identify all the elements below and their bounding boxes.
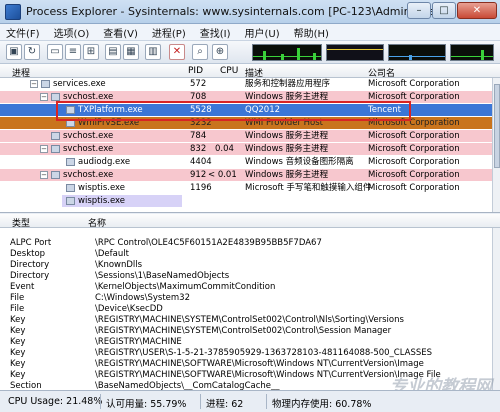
network-graph[interactable] — [450, 44, 494, 61]
title-bar: Process Explorer - Sysinternals: www.sys… — [0, 0, 500, 24]
status-processes: 进程: 62 — [206, 399, 244, 410]
crosshair-icon[interactable]: ⊕ — [212, 44, 228, 60]
process-row[interactable]: wisptis.exe — [62, 195, 182, 207]
process-row[interactable]: audiodg.exe 4404 Windows 音频设备图形隔离 Micros… — [0, 156, 492, 168]
col-name[interactable]: 名称 — [88, 216, 106, 229]
window-icon[interactable]: ▭ — [47, 44, 63, 60]
collapse-icon[interactable]: − — [40, 171, 48, 179]
process-row[interactable]: − services.exe 572 服务和控制器应用程序 Microsoft … — [0, 78, 492, 90]
handle-row[interactable]: Event \KernelObjects\MaximumCommitConditi… — [0, 282, 492, 293]
process-scrollbar[interactable] — [492, 78, 500, 212]
process-row[interactable]: − svchost.exe 708 Windows 服务主进程 Microsof… — [0, 91, 492, 103]
status-cpu: CPU Usage: 21.48% — [8, 396, 103, 407]
tree-icon[interactable]: ⊞ — [83, 44, 99, 60]
col-cpu[interactable]: CPU — [220, 66, 238, 76]
handle-column-header: 类型 名称 — [0, 214, 500, 229]
handle-row[interactable]: Key \REGISTRY\MACHINE\SYSTEM\ControlSet00… — [0, 315, 492, 326]
menu-options[interactable]: 选项(O) — [54, 25, 90, 40]
status-commit: 认可用量: 55.79% — [106, 399, 187, 410]
menu-bar: 文件(F) 选项(O) 查看(V) 进程(P) 查找(I) 用户(U) 帮助(H… — [0, 24, 500, 41]
menu-help[interactable]: 帮助(H) — [294, 25, 329, 40]
process-icon — [66, 106, 75, 114]
menu-view[interactable]: 查看(V) — [103, 25, 138, 40]
process-row[interactable]: wisptis.exe 1196 Microsoft 手写笔和触摸输入组件 Mi… — [0, 182, 492, 194]
process-icon — [66, 197, 75, 205]
window-title: Process Explorer - Sysinternals: www.sys… — [26, 5, 455, 18]
process-column-header: 进程 PID CPU 描述 公司名 — [0, 64, 500, 79]
close-button[interactable]: ✕ — [457, 2, 497, 19]
process-list-pane: 进程 PID CPU 描述 公司名 − services.exe 572 服务和… — [0, 64, 500, 213]
col-pid[interactable]: PID — [188, 66, 203, 76]
handle-row[interactable]: Key \REGISTRY\MACHINE — [0, 337, 492, 348]
refresh-icon[interactable]: ↻ — [24, 44, 40, 60]
handle-row[interactable]: Directory \KnownDlls — [0, 260, 492, 271]
process-icon — [51, 171, 60, 179]
handle-row[interactable]: File \Device\KsecDD — [0, 304, 492, 315]
handle-row[interactable]: Directory \Sessions\1\BaseNamedObjects — [0, 271, 492, 282]
menu-find[interactable]: 查找(I) — [200, 25, 231, 40]
menu-process[interactable]: 进程(P) — [152, 25, 186, 40]
process-icon — [66, 158, 75, 166]
process-icon — [41, 80, 50, 88]
process-row[interactable]: svchost.exe 784 Windows 服务主进程 Microsoft … — [0, 130, 492, 142]
handle-scrollbar[interactable] — [492, 228, 500, 390]
handle-row[interactable]: Key \REGISTRY\USER\S-1-5-21-3785905929-13… — [0, 348, 492, 359]
cpu-graph[interactable] — [252, 44, 322, 61]
collapse-icon[interactable]: − — [30, 80, 38, 88]
properties-icon[interactable]: ▤ — [105, 44, 121, 60]
menu-users[interactable]: 用户(U) — [245, 25, 280, 40]
process-icon — [51, 93, 60, 101]
save-icon[interactable]: ▣ — [6, 44, 22, 60]
handle-row[interactable]: ALPC Port \RPC Control\OLE4C5F60151A2E483… — [0, 238, 492, 249]
find-icon[interactable]: ⌕ — [192, 44, 208, 60]
process-icon — [51, 132, 60, 140]
process-explorer-icon — [5, 4, 21, 20]
col-type[interactable]: 类型 — [12, 216, 30, 229]
handle-row[interactable]: Key \REGISTRY\MACHINE\SOFTWARE\Microsoft\… — [0, 359, 492, 370]
process-icon — [51, 145, 60, 153]
status-bar: CPU Usage: 21.48% 认可用量: 55.79% 进程: 62 物理… — [0, 390, 500, 412]
status-physical-memory: 物理内存使用: 60.78% — [272, 399, 372, 410]
process-icon — [66, 119, 75, 127]
show-handles-icon[interactable]: ▦ — [123, 44, 139, 60]
maximize-button[interactable]: □ — [432, 2, 456, 19]
process-row[interactable]: WmiPrvSE.exe 3232 WMI Provider Host Micr… — [0, 117, 492, 129]
handle-row[interactable]: File C:\Windows\System32 — [0, 293, 492, 304]
collapse-icon[interactable]: − — [40, 145, 48, 153]
process-row[interactable]: − svchost.exe 832 0.04 Windows 服务主进程 Mic… — [0, 143, 492, 155]
properties-card-icon[interactable]: ▥ — [145, 44, 161, 60]
process-icon — [66, 184, 75, 192]
scrollbar-thumb[interactable] — [494, 84, 500, 168]
minimize-button[interactable]: – — [407, 2, 431, 19]
io-graph[interactable] — [388, 44, 446, 61]
toolbar: ▣ ↻ ▭ ≡ ⊞ ▤ ▦ ▥ ✕ ⌕ ⊕ — [0, 41, 500, 64]
handle-row[interactable]: Desktop \Default — [0, 249, 492, 260]
window-controls: – □ ✕ — [407, 2, 497, 19]
process-row-selected[interactable]: TXPlatform.exe 5528 QQ2012 Tencent — [0, 104, 492, 116]
list-icon[interactable]: ≡ — [65, 44, 81, 60]
kill-icon[interactable]: ✕ — [169, 44, 185, 60]
handle-row[interactable]: Key \REGISTRY\MACHINE\SYSTEM\ControlSet00… — [0, 326, 492, 337]
process-row[interactable]: − svchost.exe 912 < 0.01 Windows 服务主进程 M… — [0, 169, 492, 181]
handle-list-pane: 类型 名称 ALPC Port \RPC Control\OLE4C5F60151… — [0, 214, 500, 390]
menu-file[interactable]: 文件(F) — [6, 25, 40, 40]
collapse-icon[interactable]: − — [40, 93, 48, 101]
memory-graph[interactable] — [326, 44, 384, 61]
